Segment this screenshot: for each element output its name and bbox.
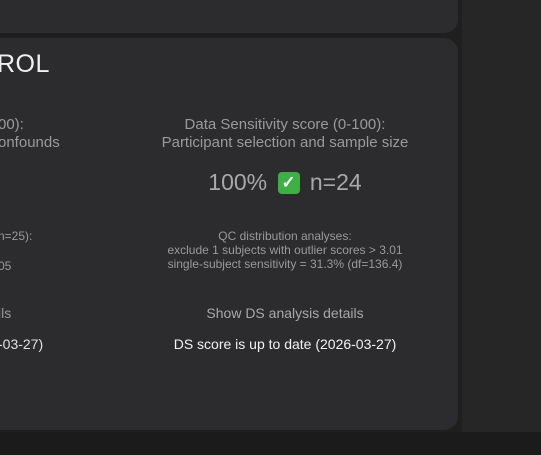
check-mark-icon: ✓	[277, 172, 300, 194]
left-status: -03-27)	[0, 336, 44, 352]
qc-distribution-info: QC distribution analyses: exclude 1 subj…	[155, 229, 415, 271]
right-strip	[462, 0, 541, 455]
top-card	[0, 0, 458, 33]
qc-line1: QC distribution analyses:	[218, 229, 352, 243]
ds-score-readout: 100% ✓ n=24	[155, 169, 415, 196]
left-score-title-line2: onfounds	[0, 134, 60, 151]
qc-line2: exclude 1 subjects with outlier scores >…	[167, 243, 403, 257]
show-ds-details-link[interactable]: Show DS analysis details	[155, 305, 415, 321]
ds-score-title-line2: Participant selection and sample size	[161, 134, 409, 151]
card-title: ROL	[0, 50, 50, 78]
ds-score-value: 100%	[208, 169, 268, 195]
left-details-link[interactable]: ils	[0, 305, 11, 321]
ds-sample-size: n=24	[309, 169, 362, 195]
ds-status-text: DS score is up to date (2026-03-27)	[173, 336, 397, 352]
qc-line3: single-subject sensitivity = 31.3% (df=1…	[167, 257, 403, 271]
left-qc-line1: n=25):	[0, 229, 33, 243]
left-qc-line2: 05	[0, 259, 12, 273]
ds-score-title: Data Sensitivity score (0-100): Particip…	[155, 116, 415, 152]
left-score-title-line1: 00):	[0, 116, 24, 133]
ds-score-title-line1: Data Sensitivity score (0-100):	[184, 116, 386, 133]
bottom-bar	[0, 432, 541, 455]
